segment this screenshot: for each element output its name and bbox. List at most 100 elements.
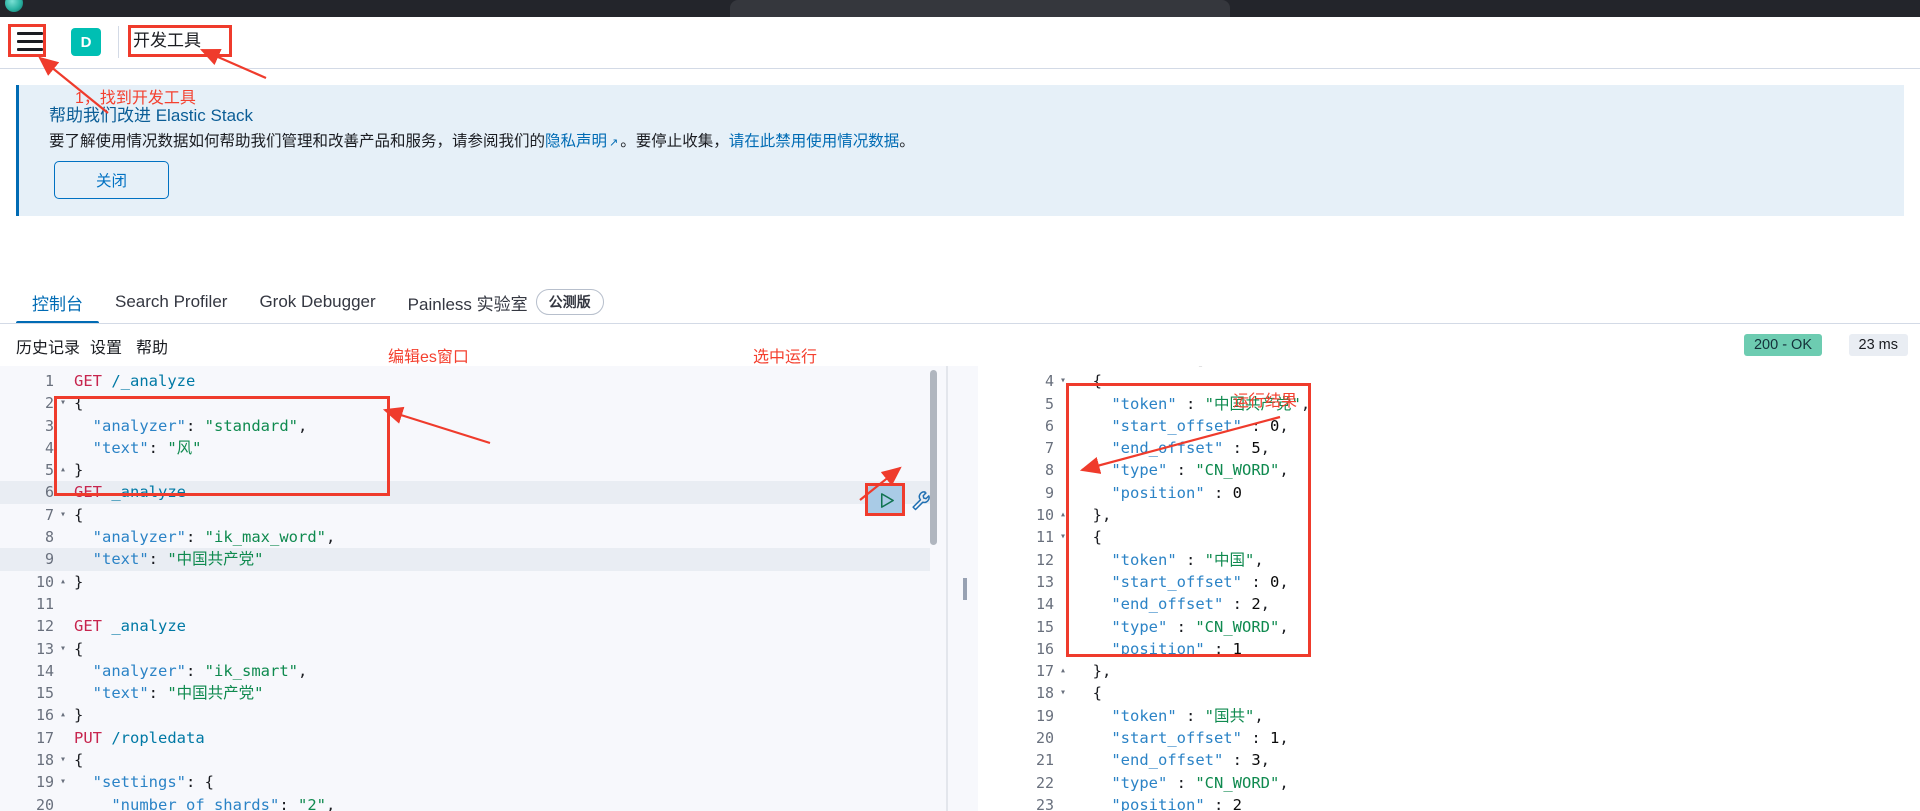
response-viewer[interactable]: 3 "tokens" : [4▾ {5 "token" : "中国共产党",6 … (978, 366, 1920, 811)
code-token: "中国共产党" (167, 550, 264, 569)
code-token: { (1074, 684, 1102, 703)
code-token: , (326, 528, 336, 547)
code-text: GET _analyze (74, 481, 186, 503)
code-token: 3 (1251, 751, 1261, 770)
tab-1[interactable]: Search Profiler (99, 280, 243, 324)
code-text: "settings": { (74, 771, 214, 793)
tab-0[interactable]: 控制台 (16, 280, 99, 324)
line-number: 18 (1035, 684, 1054, 703)
code-token: "风" (167, 438, 202, 457)
beta-badge: 公测版 (535, 289, 604, 315)
code-token: "token" (1111, 706, 1177, 725)
code-text: } (74, 704, 83, 726)
line-number: 7 (44, 505, 54, 524)
tab-2[interactable]: Grok Debugger (243, 280, 391, 324)
settings-button[interactable]: 设置 (90, 334, 122, 358)
code-token: 2 (1251, 595, 1261, 614)
code-token: "CN_WORD" (1195, 617, 1280, 636)
line-number: 11 (1035, 528, 1054, 547)
callout-body-text-2: 。要停止收集， (620, 133, 729, 150)
play-icon[interactable] (868, 485, 904, 515)
line-number: 3 (44, 416, 54, 435)
code-token: "analyzer" (92, 528, 186, 547)
code-token: "standard" (204, 416, 298, 435)
tab-3[interactable]: Painless 实验室 公测版 (392, 280, 620, 324)
code-token: : (1223, 595, 1252, 614)
fold-toggle-icon[interactable]: ▾ (1058, 370, 1068, 392)
code-token: "analyzer" (92, 661, 186, 680)
privacy-statement-link[interactable]: 隐私声明 (545, 133, 607, 150)
wrench-icon[interactable] (908, 487, 932, 513)
code-token: , (1260, 439, 1270, 458)
fold-toggle-icon[interactable]: ▾ (58, 638, 68, 660)
disable-usage-data-link[interactable]: 请在此禁用使用情况数据 (729, 133, 900, 150)
code-token: : (1223, 751, 1252, 770)
code-text: "end_offset" : 3, (1074, 749, 1270, 771)
line-number: 17 (1035, 662, 1054, 681)
line-number: 14 (1035, 595, 1054, 614)
fold-toggle-icon[interactable]: ▴ (58, 704, 68, 726)
code-token: "start_offset" (1111, 416, 1242, 435)
fold-toggle-icon[interactable]: ▴ (58, 571, 68, 593)
anno-run-result: 运行结果 (1233, 393, 1298, 410)
fold-toggle-icon[interactable]: ▾ (58, 771, 68, 793)
code-token: : (1167, 461, 1196, 480)
fold-toggle-icon[interactable]: ▾ (58, 749, 68, 771)
code-token: "token" (1111, 394, 1177, 413)
code-token: 0 (1269, 572, 1280, 591)
fold-toggle-icon[interactable]: ▾ (1058, 682, 1068, 704)
play-triangle-icon (880, 492, 894, 508)
code-token: : (148, 438, 168, 457)
code-token: /ropledata (111, 728, 205, 747)
fold-toggle-icon[interactable]: ▴ (58, 459, 68, 481)
code-token: "CN_WORD" (1195, 461, 1280, 480)
pane-resizer[interactable] (952, 366, 978, 811)
code-token: : { (186, 773, 214, 792)
code-text: "token" : "中国", (1074, 549, 1263, 571)
code-text: "type" : "CN_WORD", (1074, 459, 1288, 481)
help-button[interactable]: 帮助 (136, 334, 168, 358)
code-text: "text": "中国共产党" (74, 548, 264, 570)
browser-tab[interactable] (730, 0, 1230, 17)
code-text: { (74, 749, 83, 771)
devtools-tabs: 控制台 Search Profiler Grok Debugger Painless … (0, 280, 1920, 324)
editor-scrollbar[interactable] (930, 370, 937, 545)
space-avatar[interactable]: D (71, 28, 101, 56)
line-number: 18 (35, 751, 54, 770)
hamburger-bar (17, 48, 43, 51)
breadcrumb-page-title[interactable]: 开发工具 (133, 31, 201, 51)
hamburger-icon[interactable] (11, 26, 49, 57)
code-token: GET (74, 617, 112, 636)
code-token: "token" (1111, 550, 1177, 569)
anno-edit-es-window: 编辑es窗口 (388, 349, 469, 366)
callout-body-text-1: 要了解使用情况数据如何帮助我们管理和改善产品和服务，请参阅我们的 (49, 133, 546, 150)
anno-find-devtools: 1，找到开发工具 (75, 90, 196, 107)
fold-toggle-icon[interactable]: ▾ (1058, 526, 1068, 548)
code-token: _analyze (111, 483, 186, 502)
code-token: : (1241, 416, 1270, 435)
code-token: 5 (1251, 439, 1261, 458)
code-token: "2" (297, 795, 326, 811)
request-editor[interactable]: 1 GET /_analyze 2 ▾{3 "analyzer": "standard… (0, 366, 952, 811)
fold-toggle-icon[interactable]: ▾ (58, 392, 68, 414)
fold-toggle-icon[interactable]: ▾ (58, 504, 68, 526)
line-number: 16 (35, 706, 54, 725)
fold-toggle-icon[interactable]: ▴ (1058, 660, 1068, 682)
code-text: "analyzer": "standard", (74, 415, 308, 437)
history-button[interactable]: 历史记录 (16, 334, 80, 358)
console-panes: 1 GET /_analyze 2 ▾{3 "analyzer": "standard… (0, 366, 1920, 811)
line-number: 15 (1035, 617, 1054, 636)
fold-toggle-icon[interactable]: ▴ (1058, 504, 1068, 526)
code-token: "position" (1111, 483, 1205, 502)
code-text: "token" : "国共", (1074, 705, 1263, 727)
code-token: "type" (1111, 773, 1168, 792)
code-token: : (186, 416, 205, 435)
code-token: "start_offset" (1111, 572, 1242, 591)
dismiss-button[interactable]: 关闭 (54, 161, 169, 199)
line-number: 17 (35, 728, 54, 747)
